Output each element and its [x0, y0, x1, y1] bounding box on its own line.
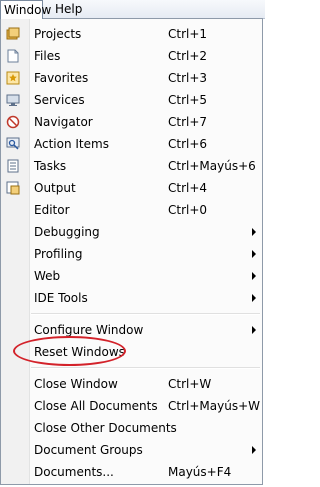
menu-item-projects[interactable]: Projects Ctrl+1 [1, 23, 262, 45]
menu-item-label: Close Window [34, 377, 118, 391]
menu-item-label: Document Groups [34, 443, 143, 457]
menu-item-close-other-documents[interactable]: Close Other Documents [1, 417, 262, 439]
files-icon [7, 49, 19, 63]
window-menu-dropdown: Projects Ctrl+1 Files Ctrl+2 Favorites C… [0, 18, 263, 485]
menu-item-label: Files [34, 49, 61, 63]
submenu-arrow-icon [252, 250, 256, 258]
menu-item-action-items[interactable]: Action Items Ctrl+6 [1, 133, 262, 155]
menu-item-label: Services [34, 93, 85, 107]
menu-item-label: Debugging [34, 225, 100, 239]
menu-item-shortcut: Ctrl+2 [168, 49, 208, 63]
menu-item-editor[interactable]: Editor Ctrl+0 [1, 199, 262, 221]
submenu-arrow-icon [252, 326, 256, 334]
menu-item-shortcut: Ctrl+Mayús+W [168, 399, 260, 413]
favorites-icon [6, 71, 20, 85]
menu-item-label: Navigator [34, 115, 93, 129]
submenu-arrow-icon [252, 228, 256, 236]
menu-item-reset-windows[interactable]: Reset Windows [1, 341, 262, 363]
submenu-arrow-icon [252, 272, 256, 280]
menu-item-shortcut: Ctrl+0 [168, 203, 208, 217]
menu-item-shortcut: Ctrl+7 [168, 115, 208, 129]
menu-item-profiling[interactable]: Profiling [1, 243, 262, 265]
menu-item-favorites[interactable]: Favorites Ctrl+3 [1, 67, 262, 89]
tasks-icon [7, 159, 19, 173]
menu-item-configure-window[interactable]: Configure Window [1, 319, 262, 341]
menu-item-label: Web [34, 269, 61, 283]
menu-item-tasks[interactable]: Tasks Ctrl+Mayús+6 [1, 155, 262, 177]
menu-item-ide-tools[interactable]: IDE Tools [1, 287, 262, 309]
menu-item-shortcut: Ctrl+1 [168, 27, 208, 41]
menu-item-label: Editor [34, 203, 70, 217]
menu-item-shortcut: Ctrl+W [168, 377, 212, 391]
menu-item-label: Tasks [34, 159, 67, 173]
menu-item-debugging[interactable]: Debugging [1, 221, 262, 243]
menu-item-label: Configure Window [34, 323, 144, 337]
menu-bar: Window Help [0, 0, 265, 19]
menu-item-label: Favorites [34, 71, 89, 85]
menu-item-shortcut: Ctrl+3 [168, 71, 208, 85]
menu-separator [31, 367, 260, 369]
services-icon [6, 94, 20, 106]
projects-icon [6, 27, 20, 40]
menu-item-label: Documents... [34, 465, 114, 479]
menu-item-navigator[interactable]: Navigator Ctrl+7 [1, 111, 262, 133]
menu-item-label: Action Items [34, 137, 109, 151]
menu-item-shortcut: Ctrl+4 [168, 181, 208, 195]
menu-item-files[interactable]: Files Ctrl+2 [1, 45, 262, 67]
menu-item-document-groups[interactable]: Document Groups [1, 439, 262, 461]
menu-item-label: Reset Windows [34, 345, 125, 359]
menu-item-label: IDE Tools [34, 291, 88, 305]
submenu-arrow-icon [252, 446, 256, 454]
submenu-arrow-icon [252, 294, 256, 302]
menu-window[interactable]: Window [0, 0, 51, 19]
menu-item-label: Projects [34, 27, 82, 41]
menu-item-web[interactable]: Web [1, 265, 262, 287]
menu-item-close-window[interactable]: Close Window Ctrl+W [1, 373, 262, 395]
menu-item-shortcut: Ctrl+6 [168, 137, 208, 151]
menu-help[interactable]: Help [52, 0, 85, 18]
menu-item-close-all-documents[interactable]: Close All Documents Ctrl+Mayús+W [1, 395, 262, 417]
menu-item-shortcut: Mayús+F4 [168, 465, 232, 479]
menu-item-label: Close Other Documents [34, 421, 177, 435]
menu-item-label: Close All Documents [34, 399, 158, 413]
action-items-icon [6, 137, 20, 150]
menu-separator [31, 313, 260, 315]
menu-item-label: Profiling [34, 247, 83, 261]
menu-item-services[interactable]: Services Ctrl+5 [1, 89, 262, 111]
navigator-icon [6, 115, 20, 129]
output-icon [6, 181, 20, 195]
menu-item-shortcut: Ctrl+Mayús+6 [168, 159, 256, 173]
menu-item-shortcut: Ctrl+5 [168, 93, 208, 107]
menu-item-label: Output [34, 181, 76, 195]
menu-item-output[interactable]: Output Ctrl+4 [1, 177, 262, 199]
menu-item-documents[interactable]: Documents... Mayús+F4 [1, 461, 262, 483]
